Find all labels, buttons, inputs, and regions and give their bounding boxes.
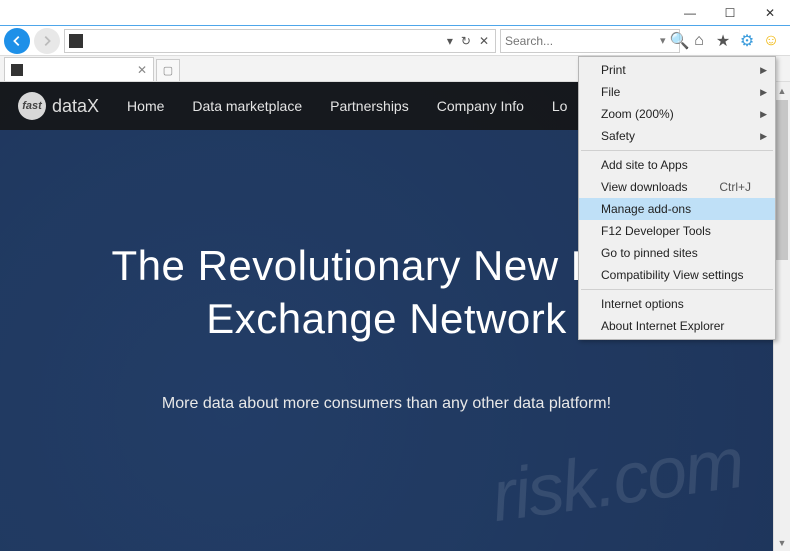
refresh-icon[interactable]: ↻ xyxy=(459,34,473,48)
site-favicon xyxy=(69,34,83,48)
window-maximize-button[interactable]: ☐ xyxy=(710,0,750,26)
menu-view-downloads[interactable]: View downloads Ctrl+J xyxy=(579,176,775,198)
window-close-button[interactable]: ✕ xyxy=(750,0,790,26)
gear-icon[interactable]: ⚙ xyxy=(738,32,756,50)
menu-separator xyxy=(581,289,773,290)
menu-label: Compatibility View settings xyxy=(601,268,744,282)
address-bar[interactable]: ▾ ↻ ✕ xyxy=(64,29,496,53)
menu-label: Manage add-ons xyxy=(601,202,691,216)
home-icon[interactable]: ⌂ xyxy=(690,32,708,50)
menu-label: File xyxy=(601,85,620,99)
menu-label: Zoom (200%) xyxy=(601,107,674,121)
menu-f12-developer-tools[interactable]: F12 Developer Tools xyxy=(579,220,775,242)
submenu-arrow-icon: ▶ xyxy=(760,109,767,120)
menu-about-internet-explorer[interactable]: About Internet Explorer xyxy=(579,315,775,337)
menu-file[interactable]: File ▶ xyxy=(579,81,775,103)
feedback-smiley-icon[interactable]: ☺ xyxy=(762,32,780,50)
scroll-up-arrow-icon[interactable]: ▲ xyxy=(774,82,790,99)
menu-separator xyxy=(581,150,773,151)
logo-text: dataX xyxy=(52,96,99,117)
menu-label: View downloads xyxy=(601,180,688,194)
new-tab-button[interactable]: ▢ xyxy=(156,59,180,81)
window-minimize-button[interactable]: — xyxy=(670,0,710,26)
menu-shortcut: Ctrl+J xyxy=(719,180,751,194)
menu-print[interactable]: Print ▶ xyxy=(579,59,775,81)
search-input[interactable] xyxy=(505,34,660,48)
browser-tab[interactable]: ✕ xyxy=(4,57,154,81)
submenu-arrow-icon: ▶ xyxy=(760,65,767,76)
tab-favicon xyxy=(11,64,23,76)
nav-marketplace[interactable]: Data marketplace xyxy=(192,98,302,114)
site-logo[interactable]: fast dataX xyxy=(18,92,99,120)
logo-badge: fast xyxy=(18,92,46,120)
toolbar-right-icons: ⌂ ★ ⚙ ☺ xyxy=(684,32,786,50)
menu-manage-addons[interactable]: Manage add-ons xyxy=(579,198,775,220)
menu-add-site-to-apps[interactable]: Add site to Apps xyxy=(579,154,775,176)
stop-icon[interactable]: ✕ xyxy=(477,34,491,48)
watermark-text: risk.com xyxy=(487,422,748,538)
tab-close-icon[interactable]: ✕ xyxy=(137,63,147,77)
address-input[interactable] xyxy=(89,34,439,48)
tools-menu: Print ▶ File ▶ Zoom (200%) ▶ Safety ▶ Ad… xyxy=(578,56,776,340)
nav-company-info[interactable]: Company Info xyxy=(437,98,524,114)
scroll-down-arrow-icon[interactable]: ▼ xyxy=(774,534,790,551)
address-controls: ▾ ↻ ✕ xyxy=(445,34,491,48)
submenu-arrow-icon: ▶ xyxy=(760,131,767,142)
back-button[interactable] xyxy=(4,28,30,54)
nav-partnerships[interactable]: Partnerships xyxy=(330,98,409,114)
nav-login[interactable]: Lo xyxy=(552,98,568,114)
favorites-icon[interactable]: ★ xyxy=(714,32,732,50)
menu-label: About Internet Explorer xyxy=(601,319,724,333)
menu-go-to-pinned-sites[interactable]: Go to pinned sites xyxy=(579,242,775,264)
menu-label: Print xyxy=(601,63,626,77)
search-bar[interactable]: ▾ 🔍 xyxy=(500,29,680,53)
menu-zoom[interactable]: Zoom (200%) ▶ xyxy=(579,103,775,125)
menu-label: Add site to Apps xyxy=(601,158,688,172)
nav-home[interactable]: Home xyxy=(127,98,164,114)
hero-subtitle: More data about more consumers than any … xyxy=(0,395,773,413)
menu-label: Safety xyxy=(601,129,635,143)
window-titlebar: — ☐ ✕ xyxy=(0,0,790,26)
menu-internet-options[interactable]: Internet options xyxy=(579,293,775,315)
forward-button[interactable] xyxy=(34,28,60,54)
menu-label: F12 Developer Tools xyxy=(601,224,711,238)
menu-safety[interactable]: Safety ▶ xyxy=(579,125,775,147)
search-dropdown-icon[interactable]: ▾ xyxy=(660,34,666,47)
menu-label: Go to pinned sites xyxy=(601,246,698,260)
menu-label: Internet options xyxy=(601,297,684,311)
menu-compatibility-view-settings[interactable]: Compatibility View settings xyxy=(579,264,775,286)
browser-toolbar: ▾ ↻ ✕ ▾ 🔍 ⌂ ★ ⚙ ☺ xyxy=(0,26,790,56)
submenu-arrow-icon: ▶ xyxy=(760,87,767,98)
scroll-thumb[interactable] xyxy=(776,100,788,260)
address-dropdown-icon[interactable]: ▾ xyxy=(445,34,455,48)
